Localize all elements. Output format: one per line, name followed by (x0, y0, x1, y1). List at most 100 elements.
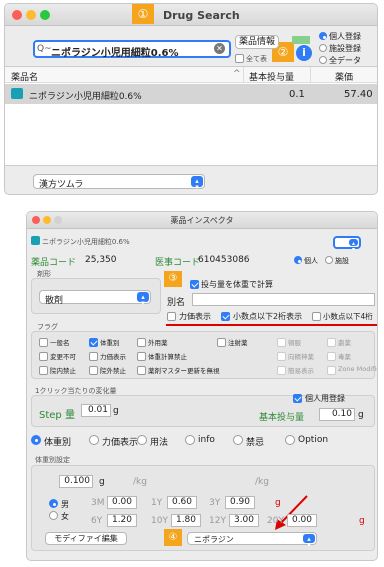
radio-personal[interactable] (294, 256, 302, 264)
flag-checkbox[interactable] (89, 352, 98, 361)
radio-facility[interactable] (319, 44, 327, 52)
tab-radio[interactable] (89, 435, 99, 445)
column-header-price[interactable]: 薬価 (335, 70, 353, 83)
per-kg-label: /kg (133, 477, 147, 487)
tab-radio[interactable] (185, 435, 195, 445)
flag-checkbox[interactable] (327, 352, 336, 361)
age-dose-input[interactable]: 0.90 (225, 496, 255, 509)
age-label: 6Y (91, 516, 103, 526)
per-kg-label: /kg (255, 477, 269, 487)
age-dose-input[interactable]: 1.80 (171, 514, 201, 527)
show-all-checkbox[interactable] (235, 54, 244, 63)
flag-label: 一般名 (50, 339, 70, 347)
show-all-label: 全て表 (246, 55, 267, 63)
modifier-select[interactable]: ニポラジン ▴ ▾ (187, 532, 317, 549)
row-price: 57.40 (344, 89, 373, 100)
step-input[interactable]: 0.01 (81, 404, 111, 417)
clear-search-icon[interactable]: ✕ (214, 43, 225, 54)
tab-radio[interactable] (285, 435, 295, 445)
age-dose-input[interactable]: 0.00 (287, 514, 317, 527)
personal-register-label: 個人用登録 (305, 394, 345, 403)
tab-label[interactable]: info (198, 435, 215, 445)
drug-name-small: ニポラジン小児用細粒0.6% (42, 238, 130, 246)
sort-chevron-icon[interactable]: ^ (233, 69, 241, 79)
flag-label: 薬剤マスター更新を無視 (148, 367, 220, 375)
weight-unit-g: g (99, 477, 105, 487)
flag-checkbox[interactable] (89, 366, 98, 375)
age-dose-input[interactable]: 0.00 (107, 496, 137, 509)
weight-calc-checkbox[interactable] (190, 280, 199, 289)
radio-personal[interactable] (319, 32, 327, 40)
radio-facility[interactable] (325, 256, 333, 264)
base-dose-input[interactable]: 0.10 (319, 408, 355, 421)
radio-female[interactable] (49, 511, 58, 520)
flag-checkbox[interactable] (217, 338, 226, 347)
tab-label[interactable]: 力価表示 (102, 435, 138, 448)
chevron-updown-icon: ▴ ▾ (349, 239, 358, 253)
age-dose-value: 0.00 (111, 497, 133, 507)
age-dose-input[interactable]: 3.00 (229, 514, 259, 527)
flag-checkbox[interactable] (277, 338, 286, 347)
tab-radio[interactable] (137, 435, 147, 445)
personal-register-checkbox[interactable] (293, 394, 302, 403)
flag-label: 注射薬 (228, 339, 248, 347)
tab-radio[interactable] (31, 435, 41, 445)
minimize-window-button[interactable] (26, 10, 36, 20)
age-dose-input[interactable]: 1.20 (107, 514, 137, 527)
age-dose-value: 3.00 (233, 515, 255, 525)
flag-checkbox[interactable] (39, 352, 48, 361)
color-swatch (292, 36, 310, 44)
alias-input[interactable] (192, 293, 375, 306)
zoom-window-button[interactable] (40, 10, 50, 20)
modify-edit-button[interactable]: モディファイ編集 (45, 532, 127, 545)
flag-checkbox[interactable] (277, 352, 286, 361)
alias-label: 別名 (167, 298, 186, 308)
base-dose-value: 0.10 (331, 409, 352, 419)
info-icon[interactable]: i (296, 45, 312, 61)
radio-male[interactable] (49, 499, 58, 508)
base-dose-label: 基本投与量 (259, 413, 305, 423)
table-row[interactable]: ニポラジン小児用細粒0.6% 0.1 57.40 (5, 84, 377, 104)
flag-checkbox[interactable] (39, 338, 48, 347)
search-input[interactable]: Q~ ニポラジン小児用細粒0.6% ✕ (33, 40, 231, 59)
flag-checkbox[interactable] (39, 366, 48, 375)
flag-checkbox[interactable] (277, 366, 286, 375)
flag-checkbox[interactable] (89, 338, 98, 347)
drug-type-icon (31, 236, 40, 245)
flag-checkbox[interactable] (327, 338, 336, 347)
highlight-underline (166, 324, 377, 326)
flag-checkbox[interactable] (137, 366, 146, 375)
flag-label: 向精神薬 (288, 353, 314, 361)
two-decimal-checkbox[interactable] (221, 312, 230, 321)
weight-setting-label: 体重別設定 (35, 456, 70, 464)
dosage-form-select[interactable]: 散剤 ▴ ▾ (39, 290, 151, 307)
step-unit: g (113, 406, 119, 416)
category-select[interactable]: 漢方ツムラ ▴ ▾ (33, 174, 205, 191)
column-divider (310, 67, 311, 83)
flag-checkbox[interactable] (137, 352, 146, 361)
age-unit-g: g (275, 498, 281, 508)
inspector-window: 薬品インスペクタ ニポラジン小児用細粒0.6% ▴ ▾ 薬品コード 25,350 … (26, 211, 378, 561)
column-divider (243, 67, 244, 83)
weight-calc-label: 投与量を体重で計算 (201, 280, 273, 289)
age-dose-input[interactable]: 0.60 (167, 496, 197, 509)
tab-label[interactable]: 体重別 (44, 435, 71, 448)
weight-dose-input[interactable]: 0.100 (59, 475, 93, 488)
toggle-select[interactable]: ▴ ▾ (333, 236, 361, 253)
tab-label[interactable]: 禁忌 (246, 435, 264, 448)
drug-info-button[interactable]: 薬品情報 (235, 35, 279, 49)
four-decimal-checkbox[interactable] (312, 312, 321, 321)
radio-all-data[interactable] (319, 56, 327, 64)
potency-checkbox[interactable] (167, 312, 176, 321)
close-window-button[interactable] (12, 10, 22, 20)
annotation-marker-4: ④ (164, 529, 182, 546)
flag-checkbox[interactable] (137, 338, 146, 347)
tab-label[interactable]: Option (298, 435, 328, 445)
flag-checkbox[interactable] (327, 366, 336, 375)
column-header-dose[interactable]: 基本投与量 (249, 70, 294, 83)
column-header-name[interactable]: 薬品名 (11, 70, 38, 83)
drug-type-icon (11, 88, 23, 99)
search-value: ニポラジン小児用細粒0.6% (51, 48, 179, 59)
tab-radio[interactable] (233, 435, 243, 445)
tab-label[interactable]: 用法 (150, 435, 168, 448)
